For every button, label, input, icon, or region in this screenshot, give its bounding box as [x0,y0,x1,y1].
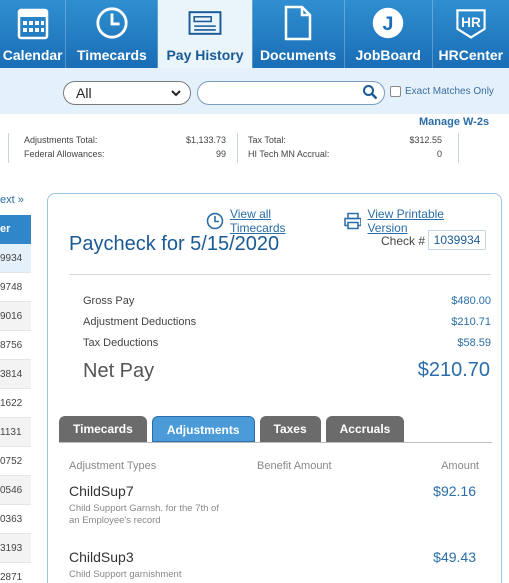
filter-select-value: All [76,85,92,101]
filter-bar: All Exact Matches Only [0,68,509,114]
paycheck-list-item[interactable]: 0752 [0,447,31,476]
jobboard-icon: J [371,5,405,41]
clock-icon [95,5,129,41]
paycheck-list-item[interactable]: 9748 [0,273,31,302]
pay-stub-icon [188,5,222,41]
paycheck-list: er 9934 9748 9016 8756 3814 1622 1131 07… [0,215,31,583]
adjustment-deductions-label: Adjustment Deductions [83,316,197,328]
gross-pay-label: Gross Pay [83,295,135,307]
document-icon [281,5,315,41]
nav-jobboard[interactable]: J JobBoard [345,0,432,68]
adjustment-deductions-value: $210.71 [451,316,491,328]
svg-text:HR: HR [461,15,481,30]
tab-timecards[interactable]: Timecards [59,416,147,442]
adjustment-deductions-row: Adjustment Deductions $210.71 [83,316,491,328]
nav-hrcenter-label: HRCenter [438,47,504,63]
paycheck-list-header[interactable]: er [0,215,31,244]
clock-icon [206,212,224,230]
adjustment-amount: $49.43 [433,549,476,565]
adjustment-name: ChildSup3 [69,549,134,565]
adjustment-amount: $92.16 [433,483,476,499]
net-pay-label: Net Pay [83,360,155,382]
adjustment-description: Child Support garnishment [69,569,182,580]
adjustment-description: Child Support Garnsh. for the 7th of an … [69,503,219,526]
exact-matches-label: Exact Matches Only [405,86,494,97]
paycheck-card: View all Timecards View Printable Versio… [47,193,502,583]
chevron-down-icon [170,85,182,107]
view-timecards-link[interactable]: View all Timecards [206,207,330,235]
nav-calendar[interactable]: Calendar [0,0,65,68]
search-input[interactable] [197,81,385,105]
divider [69,274,491,275]
tab-underline [59,442,492,443]
svg-text:J: J [383,13,394,35]
tax-deductions-row: Tax Deductions $58.59 [83,337,491,349]
nav-jobboard-label: JobBoard [355,47,421,63]
view-timecards-label: View all Timecards [229,207,286,235]
nav-documents[interactable]: Documents [253,0,344,68]
top-nav: Calendar Timecards Pay History Documents… [0,0,509,68]
tax-deductions-label: Tax Deductions [83,337,159,349]
printer-icon [343,212,362,230]
paycheck-list-item[interactable]: 9016 [0,302,31,331]
net-pay-value: $210.70 [417,359,490,381]
nav-timecards[interactable]: Timecards [66,0,157,68]
paycheck-list-item[interactable]: 8756 [0,331,31,360]
check-number-label: Check # [381,234,426,248]
check-number-value: 1039934 [428,230,486,250]
paycheck-list-item[interactable]: 1622 [0,389,31,418]
hr-icon: HR [454,5,488,41]
nav-timecards-label: Timecards [77,47,147,63]
nav-hrcenter[interactable]: HR HRCenter [433,0,509,68]
detail-tabs: Timecards Adjustments Taxes Accruals [59,416,409,442]
exact-matches-checkbox[interactable] [390,86,401,97]
paycheck-list-item[interactable]: 0546 [0,476,31,505]
adjustment-name: ChildSup7 [69,483,134,499]
tab-accruals[interactable]: Accruals [325,416,405,442]
adjustment-types-header: Adjustment Types [69,460,157,472]
gross-pay-value: $480.00 [451,295,491,307]
summary-row: Federal Allowances: 99 [24,149,226,159]
paycheck-list-item[interactable]: 3814 [0,360,31,389]
manage-w2s-link[interactable]: Manage W-2s [419,116,489,128]
nav-pay-history-label: Pay History [166,47,244,63]
summary-divider [8,133,9,163]
summary-row: HI Tech MN Accrual: 0 [248,149,442,159]
nav-calendar-label: Calendar [2,47,63,63]
paycheck-list-item[interactable]: 2871 [0,563,31,583]
paycheck-list-item[interactable]: 1131 [0,418,31,447]
tab-taxes[interactable]: Taxes [259,416,321,442]
summary-row: Adjustments Total: $1,133.73 [24,135,226,145]
tab-adjustments[interactable]: Adjustments [151,416,255,442]
tax-deductions-value: $58.59 [457,337,491,349]
amount-header: Amount [441,460,479,472]
summary-row: Tax Total: $312.55 [248,135,442,145]
page-title: Paycheck for 5/15/2020 [69,233,280,255]
summary-divider [237,133,238,163]
gross-pay-row: Gross Pay $480.00 [83,295,491,307]
nav-documents-label: Documents [259,47,337,63]
summary-divider [458,133,459,163]
exact-matches-toggle[interactable]: Exact Matches Only [390,86,494,97]
paycheck-list-item[interactable]: 9934 [0,244,31,273]
pay-summary: Adjustments Total: $1,133.73 Federal All… [8,131,470,163]
nav-pay-history[interactable]: Pay History [158,0,252,68]
benefit-amount-header: Benefit Amount [257,460,332,472]
paycheck-list-item[interactable]: 0363 [0,505,31,534]
calendar-icon [16,5,50,41]
search-icon[interactable] [362,84,378,105]
next-page-link[interactable]: ext » [0,194,24,206]
filter-select[interactable]: All [63,81,191,105]
paycheck-list-item[interactable]: 3193 [0,534,31,563]
